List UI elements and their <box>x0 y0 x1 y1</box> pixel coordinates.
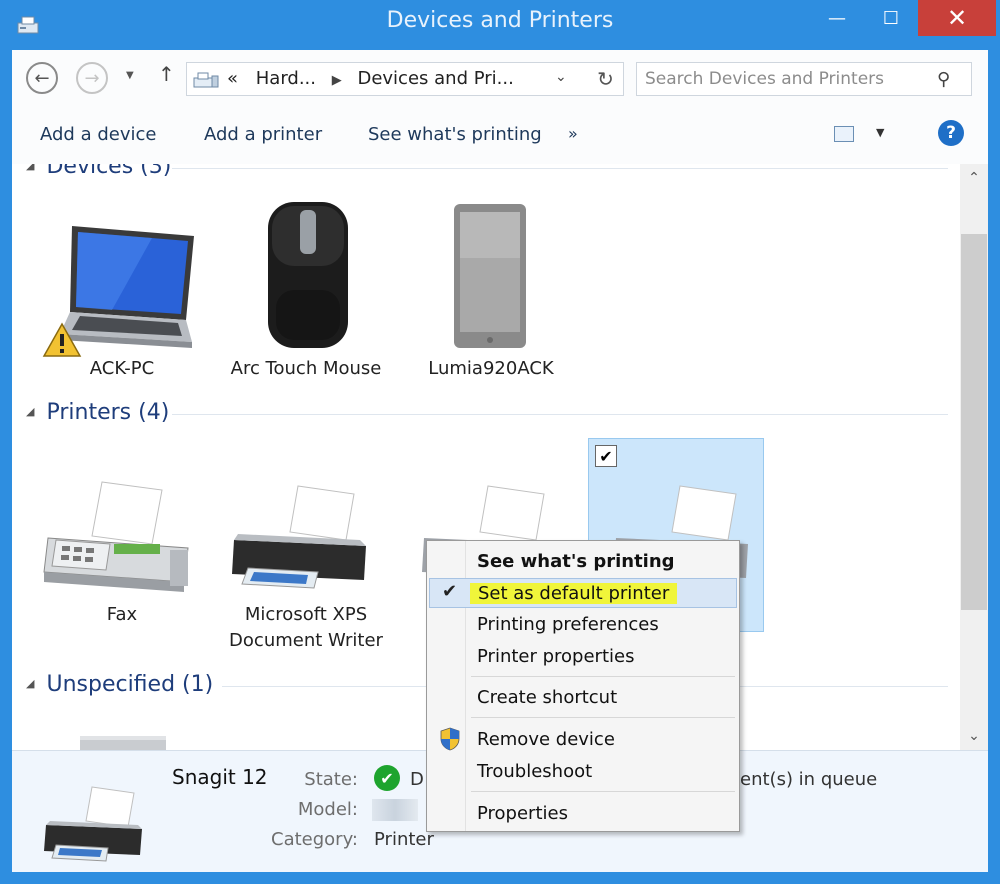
back-button[interactable]: ← <box>26 62 58 94</box>
menu-item-label: See what's printing <box>477 551 675 572</box>
group-label: Printers (4) <box>46 400 170 425</box>
device-label[interactable]: Microsoft XPS <box>224 604 388 625</box>
navigation-bar: ← → ▼ ↑ « Hard... ▶ Devices and Pri... ⌄… <box>12 50 988 106</box>
printer-icon[interactable] <box>228 484 372 596</box>
menu-separator <box>471 791 735 792</box>
close-button[interactable]: ✕ <box>918 0 996 36</box>
checkmark-icon: ✔ <box>442 581 458 602</box>
device-label[interactable]: Arc Touch Mouse <box>226 358 386 379</box>
address-bar[interactable]: « Hard... ▶ Devices and Pri... ⌄ <box>186 62 594 96</box>
menu-item-properties[interactable]: Properties <box>429 799 737 829</box>
menu-item-label: Printing preferences <box>477 614 659 635</box>
forward-button[interactable]: → <box>76 62 108 94</box>
search-box[interactable]: ⚲ <box>636 62 972 96</box>
collapse-triangle-icon[interactable]: ◢ <box>26 677 34 690</box>
scroll-thumb[interactable] <box>961 234 987 610</box>
menu-item-label: Troubleshoot <box>477 761 593 782</box>
refresh-button[interactable]: ↻ <box>588 62 624 96</box>
printer-context-menu: See what's printing ✔ Set as default pri… <box>426 540 740 832</box>
add-device-button[interactable]: Add a device <box>40 124 156 145</box>
menu-item-see-whats-printing[interactable]: See what's printing <box>429 547 737 577</box>
menu-item-label: Properties <box>477 803 568 824</box>
menu-item-troubleshoot[interactable]: Troubleshoot <box>429 757 737 787</box>
minimize-button[interactable]: — <box>814 0 860 36</box>
scroll-down-icon[interactable]: ⌄ <box>960 722 988 750</box>
see-whats-printing-button[interactable]: See what's printing <box>368 124 542 145</box>
details-state-key: State: <box>304 769 358 790</box>
address-dropdown-icon[interactable]: ⌄ <box>555 69 567 85</box>
menu-item-printing-preferences[interactable]: Printing preferences <box>429 610 737 640</box>
view-options-dropdown-icon[interactable]: ▼ <box>876 126 884 139</box>
more-commands-icon[interactable]: » <box>568 124 578 143</box>
collapse-triangle-icon[interactable]: ◢ <box>26 405 34 418</box>
device-label[interactable]: ACK-PC <box>58 358 186 379</box>
title-bar[interactable]: Devices and Printers — ☐ ✕ <box>0 0 1000 52</box>
collapse-triangle-icon[interactable]: ◢ <box>26 164 34 172</box>
control-panel-icon <box>193 72 219 88</box>
group-label: Unspecified (1) <box>46 672 214 697</box>
group-header-devices[interactable]: ◢ Devices (3) <box>26 164 171 179</box>
printer-icon <box>44 786 142 862</box>
command-bar: Add a device Add a printer See what's pr… <box>12 106 988 164</box>
add-printer-button[interactable]: Add a printer <box>204 124 322 145</box>
help-icon[interactable]: ? <box>938 120 964 146</box>
device-label[interactable]: Fax <box>82 604 162 625</box>
details-state-value: D <box>410 769 424 790</box>
menu-separator <box>471 676 735 677</box>
fax-icon[interactable] <box>40 478 196 596</box>
device-label[interactable]: Lumia920ACK <box>420 358 562 379</box>
vertical-scrollbar[interactable]: ⌃ ⌄ <box>960 164 988 750</box>
details-model-value-redacted <box>372 799 418 821</box>
details-category-key: Category: <box>271 829 358 850</box>
details-category-value: Printer <box>374 829 434 850</box>
scroll-up-icon[interactable]: ⌃ <box>960 164 988 192</box>
details-model-key: Model: <box>297 799 358 820</box>
menu-item-printer-properties[interactable]: Printer properties <box>429 642 737 672</box>
recent-locations-chevron-icon[interactable]: ▼ <box>126 70 134 81</box>
phone-icon[interactable] <box>452 202 528 350</box>
menu-item-label: Printer properties <box>477 646 635 667</box>
highlighted-label: Set as default printer <box>470 583 678 604</box>
group-divider <box>172 168 948 169</box>
selection-checkbox[interactable]: ✔ <box>595 445 617 467</box>
maximize-button[interactable]: ☐ <box>868 0 914 36</box>
search-icon[interactable]: ⚲ <box>937 69 950 90</box>
group-divider <box>172 414 948 415</box>
mouse-icon[interactable] <box>266 200 350 350</box>
search-input[interactable] <box>645 67 935 91</box>
change-view-icon[interactable] <box>834 126 854 142</box>
menu-item-label: Remove device <box>477 729 615 750</box>
breadcrumb-hardware[interactable]: Hard... <box>256 68 316 89</box>
warning-icon <box>42 322 82 357</box>
up-arrow-icon[interactable]: ↑ <box>158 62 175 86</box>
uac-shield-icon <box>440 727 460 751</box>
device-label[interactable]: Document Writer <box>224 630 388 651</box>
menu-item-remove-device[interactable]: Remove device <box>429 725 737 755</box>
menu-item-label-wrap: Set as default printer <box>470 583 678 604</box>
menu-item-create-shortcut[interactable]: Create shortcut <box>429 683 737 713</box>
group-label: Devices (3) <box>46 164 172 179</box>
breadcrumb-overflow-icon[interactable]: « <box>227 68 238 89</box>
menu-separator <box>471 717 735 718</box>
unspecified-device-icon[interactable] <box>78 734 168 750</box>
menu-item-label: Create shortcut <box>477 687 618 708</box>
group-header-unspecified[interactable]: ◢ Unspecified (1) <box>26 672 213 697</box>
status-ok-icon: ✔ <box>374 765 400 791</box>
breadcrumb: « Hard... ▶ Devices and Pri... <box>227 68 514 89</box>
breadcrumb-separator-icon[interactable]: ▶ <box>332 73 342 88</box>
group-header-printers[interactable]: ◢ Printers (4) <box>26 400 169 425</box>
details-state-value-end: ent(s) in queue <box>740 769 878 790</box>
breadcrumb-devices-printers[interactable]: Devices and Pri... <box>357 68 513 89</box>
menu-item-set-default-printer[interactable]: ✔ Set as default printer <box>429 578 737 608</box>
